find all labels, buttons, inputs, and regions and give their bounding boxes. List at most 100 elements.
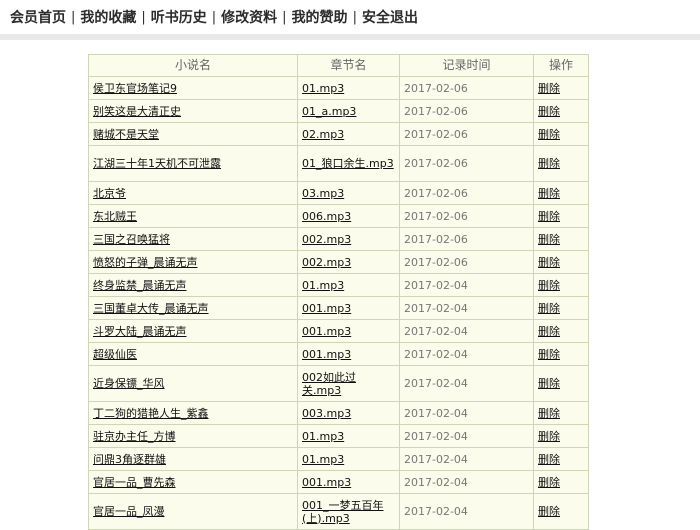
chapter-link[interactable]: 01_a.mp3 — [302, 105, 356, 118]
cell-novel-name: 北京爷 — [88, 181, 298, 205]
table-row: 终身监禁_晨诵无声 01.mp3 2017-02-04 删除 — [88, 273, 589, 297]
chapter-link[interactable]: 001.mp3 — [302, 348, 351, 361]
novel-title-link[interactable]: 江湖三十年1天机不可泄露 — [93, 157, 221, 170]
cell-record-time: 2017-02-04 — [399, 424, 534, 448]
cell-record-time: 2017-02-04 — [399, 342, 534, 366]
header-action: 操作 — [533, 54, 589, 77]
delete-link[interactable]: 删除 — [538, 430, 560, 443]
chapter-link[interactable]: 001_一梦五百年(上).mp3 — [302, 499, 384, 525]
delete-link[interactable]: 删除 — [538, 348, 560, 361]
novel-title-link[interactable]: 近身保镖_华风 — [93, 377, 165, 390]
novel-title-link[interactable]: 问鼎3角逐群雄 — [93, 453, 166, 466]
chapter-link[interactable]: 01.mp3 — [302, 430, 344, 443]
novel-title-link[interactable]: 超级仙医 — [93, 348, 137, 361]
cell-novel-name: 驻京办主任_方博 — [88, 424, 298, 448]
cell-record-time: 2017-02-04 — [399, 365, 534, 402]
nav-edit-profile[interactable]: 修改资料 — [221, 7, 277, 27]
cell-novel-name: 侯卫东官场笔记9 — [88, 76, 298, 100]
chapter-link[interactable]: 003.mp3 — [302, 407, 351, 420]
delete-link[interactable]: 删除 — [538, 377, 560, 390]
cell-chapter-name: 001_一梦五百年(上).mp3 — [297, 493, 400, 530]
chapter-link[interactable]: 01_狼口余生.mp3 — [302, 157, 394, 170]
cell-chapter-name: 002如此过关.mp3 — [297, 365, 400, 402]
novel-title-link[interactable]: 驻京办主任_方博 — [93, 430, 176, 443]
novel-title-link[interactable]: 丁二狗的猎艳人生_紫鑫 — [93, 407, 209, 420]
cell-novel-name: 东北贼王 — [88, 204, 298, 228]
chapter-link[interactable]: 001.mp3 — [302, 476, 351, 489]
delete-link[interactable]: 删除 — [538, 210, 560, 223]
chapter-link[interactable]: 002.mp3 — [302, 233, 351, 246]
delete-link[interactable]: 删除 — [538, 128, 560, 141]
delete-link[interactable]: 删除 — [538, 233, 560, 246]
chapter-link[interactable]: 002如此过关.mp3 — [302, 371, 356, 397]
delete-link[interactable]: 删除 — [538, 157, 560, 170]
chapter-link[interactable]: 001.mp3 — [302, 302, 351, 315]
cell-chapter-name: 003.mp3 — [297, 401, 400, 425]
novel-title-link[interactable]: 斗罗大陆_晨诵无声 — [93, 325, 187, 338]
table-row: 北京爷 03.mp3 2017-02-06 删除 — [88, 181, 589, 205]
novel-title-link[interactable]: 三国之召唤猛将 — [93, 233, 170, 246]
novel-title-link[interactable]: 东北贼王 — [93, 210, 137, 223]
cell-novel-name: 终身监禁_晨诵无声 — [88, 273, 298, 297]
chapter-link[interactable]: 001.mp3 — [302, 325, 351, 338]
delete-link[interactable]: 删除 — [538, 325, 560, 338]
novel-title-link[interactable]: 官居一品_曹先森 — [93, 476, 176, 489]
nav-separator: | — [71, 9, 76, 25]
cell-record-time: 2017-02-04 — [399, 447, 534, 471]
delete-link[interactable]: 删除 — [538, 505, 560, 518]
chapter-link[interactable]: 01.mp3 — [302, 82, 344, 95]
cell-action: 删除 — [533, 273, 589, 297]
cell-novel-name: 赌城不是天堂 — [88, 122, 298, 146]
chapter-link[interactable]: 01.mp3 — [302, 279, 344, 292]
cell-record-time: 2017-02-06 — [399, 250, 534, 274]
nav-divider-bar — [0, 34, 700, 40]
delete-link[interactable]: 删除 — [538, 407, 560, 420]
novel-title-link[interactable]: 官居一品_凤漫 — [93, 505, 165, 518]
novel-title-link[interactable]: 终身监禁_晨诵无声 — [93, 279, 187, 292]
nav-logout[interactable]: 安全退出 — [362, 7, 418, 27]
delete-link[interactable]: 删除 — [538, 279, 560, 292]
nav-listening-history[interactable]: 听书历史 — [151, 7, 207, 27]
cell-chapter-name: 03.mp3 — [297, 181, 400, 205]
cell-action: 删除 — [533, 122, 589, 146]
novel-title-link[interactable]: 赌城不是天堂 — [93, 128, 159, 141]
nav-my-favorites[interactable]: 我的收藏 — [80, 7, 136, 27]
delete-link[interactable]: 删除 — [538, 302, 560, 315]
chapter-link[interactable]: 002.mp3 — [302, 256, 351, 269]
novel-title-link[interactable]: 北京爷 — [93, 187, 126, 200]
table-row: 侯卫东官场笔记9 01.mp3 2017-02-06 删除 — [88, 76, 589, 100]
nav-my-sponsorship[interactable]: 我的赞助 — [292, 7, 348, 27]
nav-member-home[interactable]: 会员首页 — [10, 7, 66, 27]
cell-action: 删除 — [533, 296, 589, 320]
delete-link[interactable]: 删除 — [538, 82, 560, 95]
table-row: 别笑这是大清正史 01_a.mp3 2017-02-06 删除 — [88, 99, 589, 123]
cell-action: 删除 — [533, 470, 589, 494]
chapter-link[interactable]: 03.mp3 — [302, 187, 344, 200]
cell-record-time: 2017-02-06 — [399, 204, 534, 228]
cell-chapter-name: 01.mp3 — [297, 273, 400, 297]
cell-novel-name: 斗罗大陆_晨诵无声 — [88, 319, 298, 343]
nav-separator: | — [211, 9, 217, 25]
novel-title-link[interactable]: 别笑这是大清正史 — [93, 105, 181, 118]
novel-title-link[interactable]: 侯卫东官场笔记9 — [93, 82, 177, 95]
chapter-link[interactable]: 01.mp3 — [302, 453, 344, 466]
chapter-link[interactable]: 02.mp3 — [302, 128, 344, 141]
table-row: 江湖三十年1天机不可泄露 01_狼口余生.mp3 2017-02-06 删除 — [88, 145, 589, 182]
nav-separator: | — [141, 9, 146, 25]
table-row: 近身保镖_华风 002如此过关.mp3 2017-02-04 删除 — [88, 365, 589, 402]
cell-action: 删除 — [533, 145, 589, 182]
delete-link[interactable]: 删除 — [538, 256, 560, 269]
delete-link[interactable]: 删除 — [538, 187, 560, 200]
table-row: 丁二狗的猎艳人生_紫鑫 003.mp3 2017-02-04 删除 — [88, 401, 589, 425]
cell-novel-name: 官居一品_曹先森 — [88, 470, 298, 494]
cell-record-time: 2017-02-04 — [399, 273, 534, 297]
delete-link[interactable]: 删除 — [538, 476, 560, 489]
novel-title-link[interactable]: 三国董卓大传_晨诵无声 — [93, 302, 209, 315]
delete-link[interactable]: 删除 — [538, 453, 560, 466]
nav-separator: | — [352, 9, 357, 25]
novel-title-link[interactable]: 愤怒的子弹_晨诵无声 — [93, 256, 198, 269]
cell-novel-name: 别笑这是大清正史 — [88, 99, 298, 123]
delete-link[interactable]: 删除 — [538, 105, 560, 118]
chapter-link[interactable]: 006.mp3 — [302, 210, 351, 223]
cell-record-time: 2017-02-06 — [399, 227, 534, 251]
